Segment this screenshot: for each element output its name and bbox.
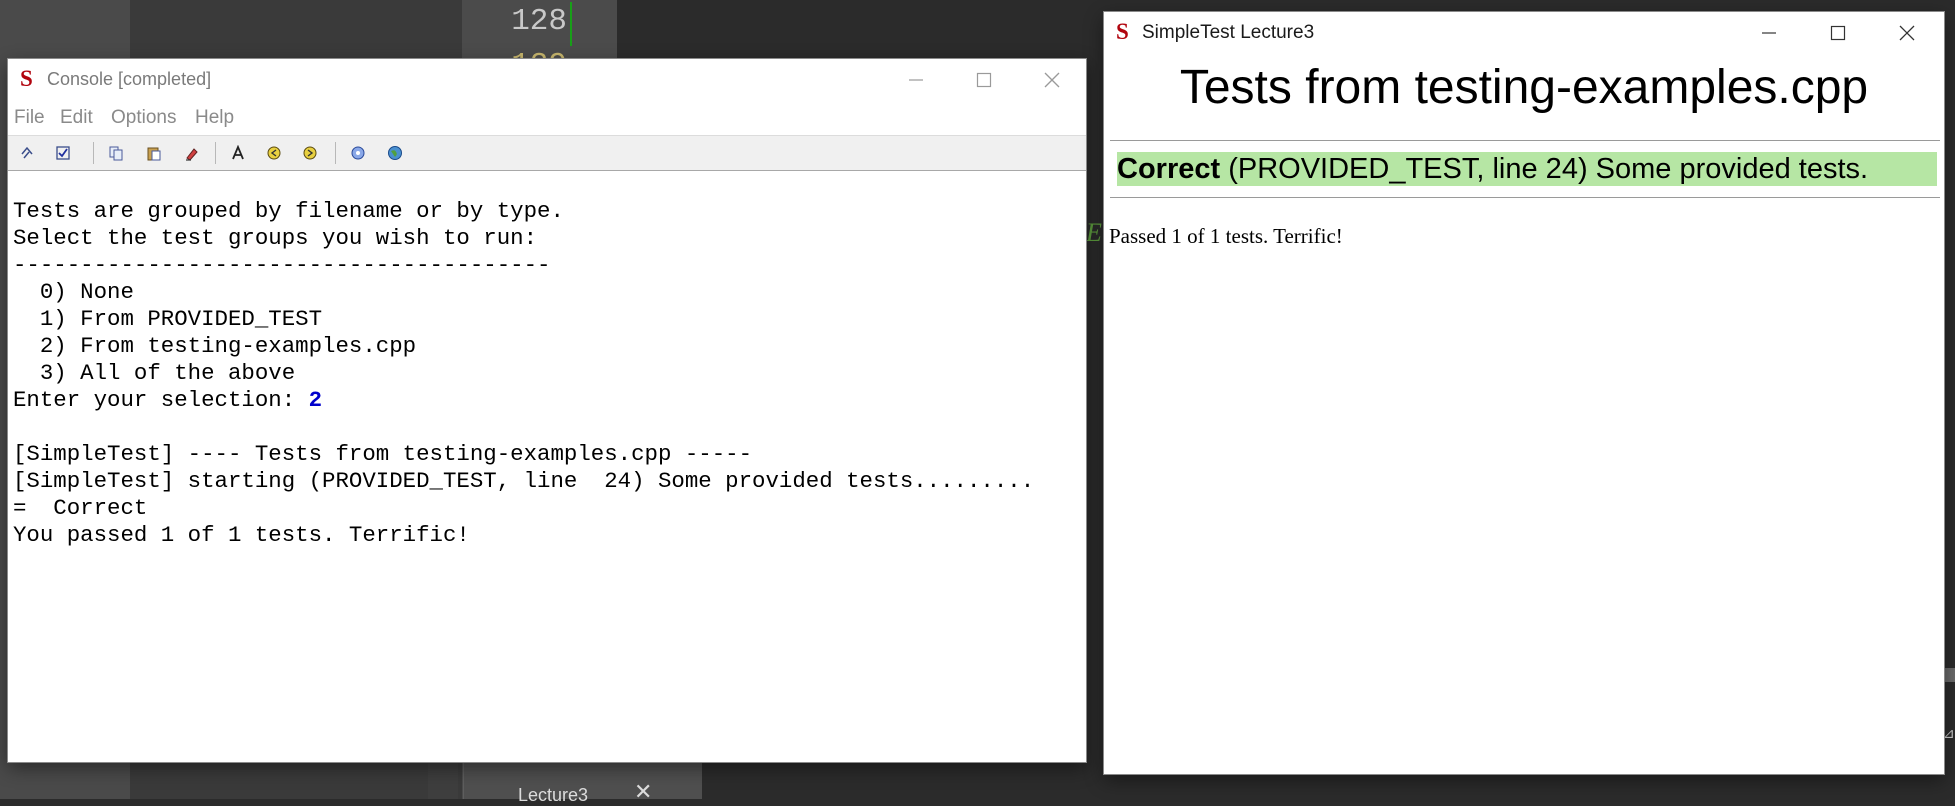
close-button[interactable] — [1018, 59, 1086, 101]
test-group-heading: Tests from testing-examples.cpp — [1179, 61, 1869, 114]
ide-code-fragment: E — [1086, 218, 1102, 247]
result-status: Correct — [1117, 153, 1221, 185]
test-summary: Passed 1 of 1 tests. Terrific! — [1109, 224, 1343, 248]
console-toolbar — [8, 135, 1086, 171]
result-detail: (PROVIDED_TEST, line 24) Some provided t… — [1220, 153, 1869, 185]
console-line: 0) None — [13, 279, 134, 305]
ide-tab-label[interactable]: Lecture3 — [518, 785, 588, 806]
copy-icon[interactable] — [104, 141, 128, 165]
console-line: = Correct — [13, 495, 148, 521]
font-icon[interactable] — [226, 141, 250, 165]
close-button[interactable] — [1873, 12, 1941, 54]
toolbar-separator — [93, 142, 94, 164]
minimize-button[interactable] — [1735, 12, 1803, 54]
test-result-row: Correct (PROVIDED_TEST, line 24) Some pr… — [1117, 152, 1937, 186]
console-window[interactable]: S Console [completed] File Edit Options … — [8, 59, 1086, 762]
console-window-title: Console [completed] — [47, 69, 212, 89]
check-icon[interactable] — [51, 141, 75, 165]
console-output[interactable]: Tests are grouped by filename or by type… — [8, 171, 1086, 762]
menu-file[interactable]: File — [14, 107, 45, 129]
simpletest-titlebar[interactable]: S SimpleTest Lecture3 — [1104, 12, 1944, 54]
console-line: 3) All of the above — [13, 360, 296, 386]
console-line: ---------------------------------------- — [13, 252, 551, 278]
maximize-button[interactable] — [1804, 12, 1872, 54]
stanford-s-icon: S — [1116, 19, 1129, 44]
stanford-s-icon: S — [20, 66, 33, 91]
toolbar-separator — [215, 142, 216, 164]
divider — [1110, 197, 1940, 198]
console-prompt: Enter your selection: — [13, 387, 309, 413]
close-icon — [1044, 72, 1060, 88]
menu-options[interactable]: Options — [111, 107, 176, 129]
minimize-icon — [1762, 32, 1776, 34]
forward-icon[interactable] — [298, 141, 322, 165]
close-icon — [1899, 25, 1915, 41]
console-menubar: File Edit Options Help — [8, 101, 1086, 135]
menu-edit[interactable]: Edit — [60, 107, 93, 129]
simpletest-window-title: SimpleTest Lecture3 — [1142, 22, 1315, 43]
ide-tab-strip — [428, 760, 458, 799]
maximize-icon — [1830, 25, 1846, 41]
about-icon[interactable] — [346, 141, 370, 165]
console-line: [SimpleTest] starting (PROVIDED_TEST, li… — [13, 468, 1035, 494]
console-prompt-line: Enter your selection: 2 — [13, 387, 322, 414]
simpletest-window[interactable]: S SimpleTest Lecture3 Tests from testing… — [1104, 12, 1944, 774]
maximize-button[interactable] — [950, 59, 1018, 101]
console-line: [SimpleTest] ---- Tests from testing-exa… — [13, 441, 753, 467]
console-line: Tests are grouped by filename or by type… — [13, 198, 564, 224]
console-line: 1) From PROVIDED_TEST — [13, 306, 323, 332]
menu-help[interactable]: Help — [195, 107, 234, 129]
minimize-icon — [909, 79, 923, 81]
console-line: 2) From testing-examples.cpp — [13, 333, 417, 359]
console-titlebar[interactable]: S Console [completed] — [8, 59, 1086, 101]
user-selection-input: 2 — [308, 387, 323, 413]
web-icon[interactable] — [383, 141, 407, 165]
ide-resize-grip-icon[interactable]: ⊿ — [1943, 725, 1955, 742]
toolbar-separator — [335, 142, 336, 164]
ide-line-number: 128 — [511, 4, 567, 39]
ide-cursor-line-marker — [570, 2, 572, 46]
console-line: You passed 1 of 1 tests. Terrific! — [13, 522, 470, 548]
minimize-button[interactable] — [882, 59, 950, 101]
rewind-icon[interactable] — [262, 141, 286, 165]
paste-icon[interactable] — [142, 141, 166, 165]
maximize-icon — [976, 72, 992, 88]
ide-tab-close-icon[interactable]: ✕ — [634, 779, 652, 805]
ide-scrollbar-thumb[interactable] — [1943, 668, 1955, 682]
clear-icon[interactable] — [180, 141, 204, 165]
compare-output-icon[interactable] — [15, 141, 39, 165]
console-line: Select the test groups you wish to run: — [13, 225, 538, 251]
divider — [1110, 140, 1940, 141]
